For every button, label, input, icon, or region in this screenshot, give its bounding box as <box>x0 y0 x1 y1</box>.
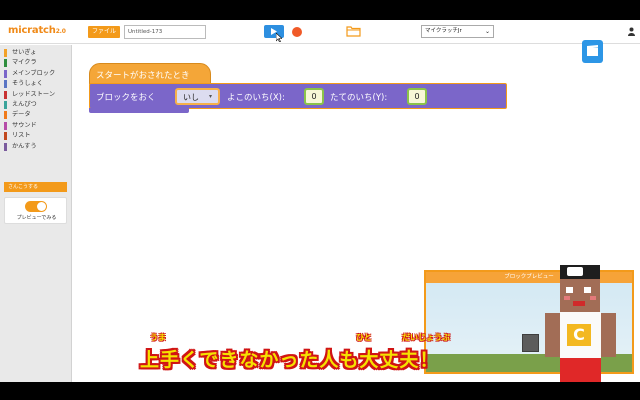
y-position-label: たてのいち(Y): <box>330 93 388 103</box>
category-color-bar <box>4 59 7 68</box>
app-logo: micratch2.0 <box>8 25 66 36</box>
category-item[interactable]: レッドストーン <box>0 90 72 100</box>
ruby-daijoubu: だいじょうぶ <box>402 333 450 342</box>
when-start-clicked-block[interactable]: スタートがおされたとき <box>89 63 211 84</box>
user-icon[interactable] <box>628 27 635 36</box>
category-item[interactable]: せいぎょ <box>0 48 72 58</box>
sample-button[interactable]: さんこうする <box>4 182 67 192</box>
category-item[interactable]: メインブロック <box>0 69 72 79</box>
category-color-bar <box>4 111 7 120</box>
video-subtitle: 上手くできなかった人も大丈夫！ <box>140 349 440 371</box>
category-color-bar <box>4 90 7 99</box>
stone-block <box>522 334 539 352</box>
dropdown-value: いし <box>183 93 199 102</box>
x-position-label: よこのいち(X): <box>227 93 285 103</box>
clapperboard-icon[interactable] <box>582 40 603 63</box>
category-label: データ <box>12 111 31 119</box>
preview-toggle[interactable] <box>25 201 47 212</box>
mouse-cursor-icon <box>276 33 282 42</box>
place-block-command[interactable]: ブロックをおく いし ▾ よこのいち(X): 0 たてのいち(Y): 0 <box>89 83 507 109</box>
category-color-bar <box>4 49 7 57</box>
block-bottom-edge <box>89 108 189 113</box>
y-position-input[interactable]: 0 <box>407 88 427 105</box>
category-label: そうしょく <box>12 80 43 88</box>
category-item[interactable]: かんすう <box>0 142 72 152</box>
category-label: メインブロック <box>12 69 56 77</box>
category-label: マイクラ <box>12 59 37 67</box>
category-item[interactable]: えんぴつ <box>0 100 72 110</box>
category-item[interactable]: リスト <box>0 131 72 141</box>
category-label: サウンド <box>12 121 37 129</box>
preview-toggle-label: プレビューでみる <box>16 215 57 221</box>
stop-button[interactable] <box>292 27 302 37</box>
category-label: レッドストーン <box>12 90 56 98</box>
category-item[interactable]: データ <box>0 110 72 120</box>
chevron-down-icon: ⌄ <box>484 28 490 35</box>
block-palette: せいぎょマイクラメインブロック そうしょくレッドストーン えんぴつデータサウンドリス… <box>0 45 72 382</box>
category-color-bar <box>4 121 7 130</box>
category-item[interactable]: そうしょく <box>0 79 72 89</box>
folder-icon[interactable] <box>346 25 361 37</box>
category-color-bar <box>4 69 7 78</box>
category-color-bar <box>4 80 7 89</box>
category-color-bar <box>4 132 7 141</box>
x-position-input[interactable]: 0 <box>304 88 324 105</box>
toggle-knob <box>37 202 46 211</box>
category-item[interactable]: サウンド <box>0 121 72 131</box>
shirt-logo: C <box>567 324 591 346</box>
app-window: micratch2.0 ファイル Untitled-173 マイクラッチJr ⌄ … <box>0 20 640 382</box>
block-type-dropdown[interactable]: いし ▾ <box>175 88 220 105</box>
category-color-bar <box>4 142 7 151</box>
category-label: せいぎょ <box>12 49 37 56</box>
ruby-uma: うま <box>150 333 166 342</box>
project-name-input[interactable]: Untitled-173 <box>124 25 206 39</box>
category-item[interactable]: マイクラ <box>0 58 72 68</box>
category-label: かんすう <box>12 142 37 150</box>
category-label: えんぴつ <box>12 100 37 108</box>
file-menu-button[interactable]: ファイル <box>88 26 120 38</box>
ruby-hito: ひと <box>356 333 372 342</box>
category-color-bar <box>4 100 7 109</box>
preview-toggle-panel: プレビューでみる <box>4 197 67 224</box>
chevron-down-icon: ▾ <box>209 93 213 100</box>
category-list: せいぎょマイクラメインブロック そうしょくレッドストーン えんぴつデータサウンドリス… <box>0 48 72 152</box>
command-label: ブロックをおく <box>96 93 156 103</box>
minecraft-avatar: C <box>545 265 625 382</box>
category-label: リスト <box>12 132 31 140</box>
mode-select[interactable]: マイクラッチJr ⌄ <box>421 25 494 38</box>
top-toolbar: micratch2.0 ファイル Untitled-173 マイクラッチJr ⌄ <box>0 20 640 44</box>
hat-block-label: スタートがおされたとき <box>96 71 190 81</box>
